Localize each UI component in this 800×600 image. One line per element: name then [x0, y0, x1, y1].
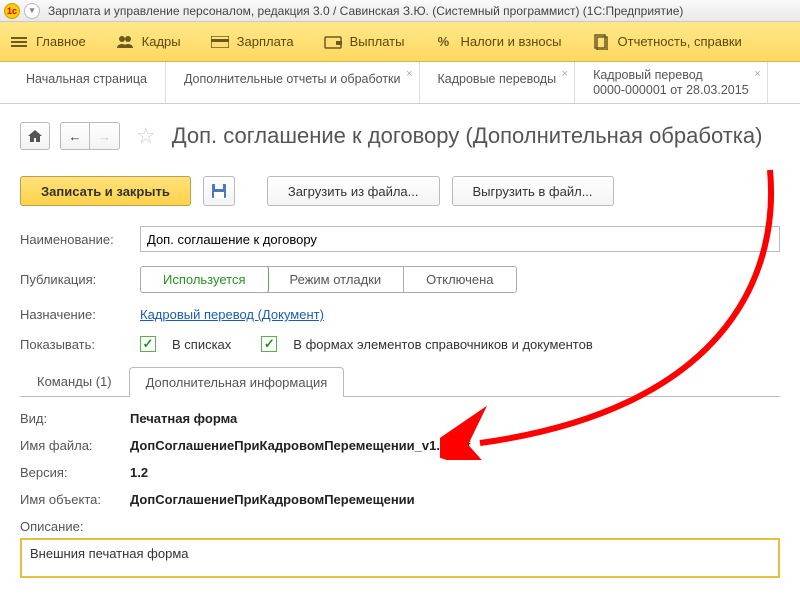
tab-transfers[interactable]: Кадровые переводы×	[420, 62, 576, 103]
doc-icon	[592, 35, 610, 49]
home-button[interactable]	[20, 122, 50, 150]
toolbar: Записать и закрыть Загрузить из файла...…	[20, 176, 780, 206]
close-icon[interactable]: ×	[754, 68, 760, 81]
app-1c-icon: 1c	[4, 3, 20, 19]
menu-reports-label: Отчетность, справки	[618, 34, 742, 49]
back-button[interactable]: ←	[60, 122, 90, 150]
card-icon	[211, 35, 229, 49]
menu-main-label: Главное	[36, 34, 86, 49]
tab-start[interactable]: Начальная страница	[8, 62, 166, 103]
pub-debug[interactable]: Режим отладки	[268, 267, 405, 292]
page-title: Доп. соглашение к договору (Дополнительн…	[172, 123, 763, 149]
menu-taxes[interactable]: % Налоги и взносы	[434, 34, 561, 49]
tab-commands[interactable]: Команды (1)	[20, 366, 129, 396]
object-label: Имя объекта:	[20, 492, 130, 507]
show-lists-checkbox[interactable]: ✓	[140, 336, 156, 352]
show-forms-label: В формах элементов справочников и докуме…	[293, 337, 592, 352]
nav-group: ← →	[60, 122, 120, 150]
favorite-star-icon[interactable]: ☆	[136, 123, 156, 149]
tab-additional-info[interactable]: Дополнительная информация	[129, 367, 345, 397]
file-value: ДопСоглашениеПриКадровомПеремещении_v1.2…	[130, 438, 470, 453]
export-button[interactable]: Выгрузить в файл...	[452, 176, 614, 206]
show-label: Показывать:	[20, 337, 130, 352]
menu-salary[interactable]: Зарплата	[211, 34, 294, 49]
close-icon[interactable]: ×	[406, 68, 412, 80]
hamburger-icon	[10, 35, 28, 49]
type-label: Вид:	[20, 411, 130, 426]
menu-taxes-label: Налоги и взносы	[460, 34, 561, 49]
publication-row: Публикация: Используется Режим отладки О…	[20, 266, 780, 293]
dropdown-icon[interactable]: ▾	[24, 3, 40, 19]
pub-used[interactable]: Используется	[140, 266, 269, 293]
object-value: ДопСоглашениеПриКадровомПеремещении	[130, 492, 415, 507]
save-close-button[interactable]: Записать и закрыть	[20, 176, 191, 206]
menu-hr-label: Кадры	[142, 34, 181, 49]
menu-main[interactable]: Главное	[10, 34, 86, 49]
version-label: Версия:	[20, 465, 130, 480]
type-value: Печатная форма	[130, 411, 237, 426]
save-button[interactable]	[203, 176, 235, 206]
wallet-icon	[324, 35, 342, 49]
tab-reports-proc[interactable]: Дополнительные отчеты и обработки×	[166, 62, 420, 103]
header-row: ← → ☆ Доп. соглашение к договору (Дополн…	[20, 122, 780, 150]
desc-label: Описание:	[20, 519, 130, 534]
purpose-row: Назначение: Кадровый перевод (Документ)	[20, 307, 780, 322]
purpose-label: Назначение:	[20, 307, 130, 322]
main-menu: Главное Кадры Зарплата Выплаты % Налоги …	[0, 22, 800, 62]
menu-payments[interactable]: Выплаты	[324, 34, 405, 49]
show-forms-checkbox[interactable]: ✓	[261, 336, 277, 352]
show-row: Показывать: ✓ В списках ✓ В формах элеме…	[20, 336, 780, 352]
menu-reports[interactable]: Отчетность, справки	[592, 34, 742, 49]
inner-tabs: Команды (1) Дополнительная информация	[20, 366, 780, 397]
content-area: ← → ☆ Доп. соглашение к договору (Дополн…	[0, 104, 800, 578]
tab-transfer-doc[interactable]: Кадровый перевод 0000-000001 от 28.03.20…	[575, 62, 768, 103]
publication-toggle: Используется Режим отладки Отключена	[140, 266, 517, 293]
name-row: Наименование:	[20, 226, 780, 252]
load-button[interactable]: Загрузить из файла...	[267, 176, 440, 206]
purpose-link[interactable]: Кадровый перевод (Документ)	[140, 307, 324, 322]
publication-label: Публикация:	[20, 272, 130, 287]
forward-button[interactable]: →	[90, 122, 120, 150]
pub-off[interactable]: Отключена	[404, 267, 515, 292]
percent-icon: %	[434, 35, 452, 49]
titlebar: 1c ▾ Зарплата и управление персоналом, р…	[0, 0, 800, 22]
menu-hr[interactable]: Кадры	[116, 34, 181, 49]
version-value: 1.2	[130, 465, 148, 480]
name-label: Наименование:	[20, 232, 130, 247]
file-label: Имя файла:	[20, 438, 130, 453]
people-icon	[116, 35, 134, 49]
show-lists-label: В списках	[172, 337, 231, 352]
description-textarea[interactable]: Внешния печатная форма	[20, 538, 780, 578]
window-title: Зарплата и управление персоналом, редакц…	[48, 4, 683, 18]
document-tabs: Начальная страница Дополнительные отчеты…	[0, 62, 800, 104]
menu-salary-label: Зарплата	[237, 34, 294, 49]
name-input[interactable]	[140, 226, 780, 252]
close-icon[interactable]: ×	[562, 68, 568, 80]
menu-payments-label: Выплаты	[350, 34, 405, 49]
